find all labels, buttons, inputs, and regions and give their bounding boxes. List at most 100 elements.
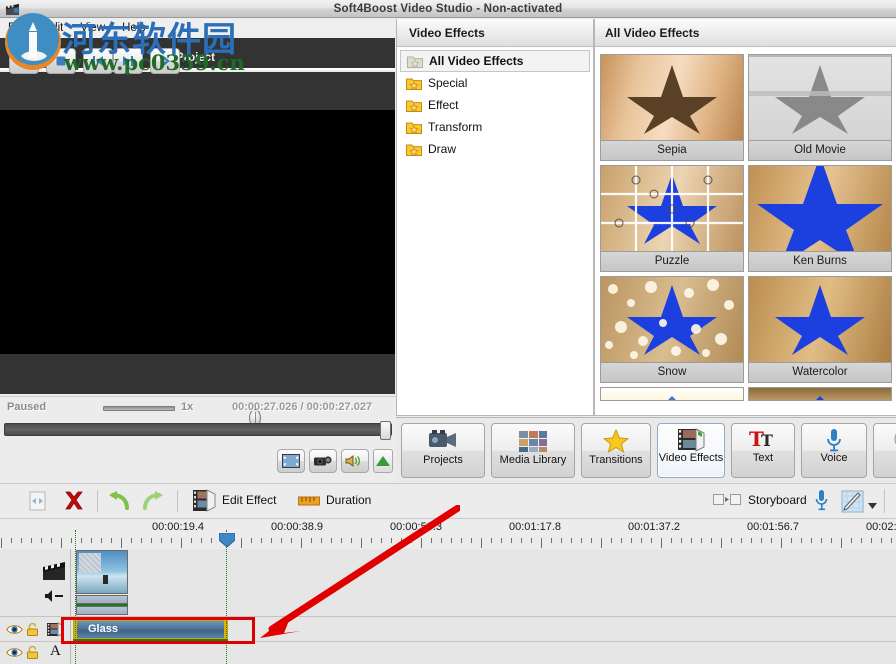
menu-file-label: File bbox=[8, 22, 27, 34]
effect-label: Snow bbox=[601, 362, 743, 382]
effect-item-puzzle[interactable]: Puzzle bbox=[600, 165, 744, 272]
eye-icon[interactable] bbox=[6, 647, 23, 658]
storyboard-toggle-icon[interactable] bbox=[713, 494, 741, 509]
effect-item-ken-burns[interactable]: Ken Burns bbox=[748, 165, 892, 272]
tab-video-effects[interactable]: Video Effects bbox=[657, 423, 725, 478]
ruler-tick bbox=[491, 538, 492, 543]
snapshot-button[interactable] bbox=[309, 449, 337, 473]
menu-help[interactable]: Help bbox=[114, 19, 155, 38]
tab-label: Video Effects bbox=[658, 452, 724, 464]
ruler-tick bbox=[891, 538, 892, 543]
ruler-tick bbox=[591, 538, 592, 543]
toolbar-divider bbox=[97, 490, 98, 512]
effect-label: Sepia bbox=[601, 140, 743, 160]
effect-item-watercolor[interactable]: Watercolor bbox=[748, 276, 892, 383]
toolbar-divider bbox=[177, 490, 178, 512]
effect-label: Ken Burns bbox=[749, 251, 891, 271]
seek-handle[interactable] bbox=[380, 421, 391, 440]
volume-level-slider[interactable] bbox=[373, 449, 393, 473]
menu-file[interactable]: File bbox=[0, 19, 36, 38]
effect-item-partial-dark[interactable] bbox=[748, 387, 892, 401]
tab-transitions[interactable]: Transitions bbox=[581, 423, 651, 478]
svg-text:T: T bbox=[761, 431, 773, 450]
effect-thumbnail bbox=[749, 388, 891, 400]
ruler-label: 00:02:16.2 bbox=[866, 521, 896, 533]
tab-media-library[interactable]: Media Library bbox=[491, 423, 575, 478]
project-tab[interactable]: Project bbox=[176, 52, 215, 64]
split-button[interactable] bbox=[27, 490, 49, 515]
seek-bar[interactable] bbox=[4, 421, 392, 440]
track-lane-video[interactable] bbox=[70, 549, 896, 616]
preview-top-band bbox=[0, 72, 395, 110]
effect-item-snow[interactable]: Snow bbox=[600, 276, 744, 383]
effect-item-old-movie[interactable]: Old Movie bbox=[748, 54, 892, 161]
fullscreen-button[interactable] bbox=[277, 449, 305, 473]
tab-label: Voice bbox=[820, 452, 848, 464]
video-preview-surface[interactable] bbox=[0, 110, 395, 354]
ruler-tick bbox=[71, 538, 72, 543]
feature-tab-bar: Projects Media Library Transitions Video… bbox=[396, 417, 896, 482]
ruler-tick bbox=[461, 538, 462, 543]
time-display: 00:00:27.026 / 00:00:27.027 bbox=[232, 401, 373, 413]
ruler-tick bbox=[521, 538, 522, 543]
ruler-tick bbox=[601, 538, 602, 548]
microphone-icon bbox=[815, 490, 828, 511]
title-bar: Soft4Boost Video Studio - Non-activated bbox=[0, 0, 896, 18]
tab-disc[interactable]: Di bbox=[873, 423, 896, 478]
menu-edit[interactable]: Edit bbox=[36, 19, 73, 38]
next-frame-button[interactable] bbox=[113, 48, 143, 74]
track-header-effects bbox=[0, 617, 70, 641]
video-clip[interactable] bbox=[76, 550, 128, 594]
redo-icon bbox=[143, 491, 163, 510]
ruler-tick bbox=[711, 538, 712, 543]
tab-projects[interactable]: Projects bbox=[401, 423, 485, 478]
speaker-icon bbox=[45, 590, 63, 602]
lock-icon[interactable] bbox=[27, 623, 38, 636]
forward-button[interactable] bbox=[150, 48, 180, 74]
track-lane-text[interactable] bbox=[70, 642, 896, 664]
video-clip-audio-strip2[interactable] bbox=[76, 606, 128, 615]
tab-voice[interactable]: Voice bbox=[801, 423, 867, 478]
ruler-tick bbox=[571, 538, 572, 543]
ruler-tick bbox=[841, 538, 842, 548]
speed-slider[interactable] bbox=[103, 406, 261, 427]
folder-star-icon bbox=[406, 143, 422, 156]
category-item-draw[interactable]: Draw bbox=[397, 138, 593, 160]
effect-thumbnail bbox=[749, 55, 891, 140]
voice-record-button[interactable] bbox=[813, 488, 831, 517]
undo-button[interactable] bbox=[107, 490, 131, 515]
ruler-tick bbox=[621, 538, 622, 543]
redo-button[interactable] bbox=[141, 490, 165, 515]
track-row-text: A bbox=[0, 642, 896, 664]
chevron-down-icon bbox=[868, 503, 877, 509]
play-button[interactable] bbox=[9, 48, 39, 74]
star-icon bbox=[602, 428, 630, 454]
ruler-tick bbox=[871, 538, 872, 543]
ruler-tick bbox=[111, 538, 112, 543]
ruler-tick bbox=[751, 538, 752, 543]
ruler-tick bbox=[481, 538, 482, 548]
tab-text[interactable]: T T Text bbox=[731, 423, 795, 478]
lock-icon[interactable] bbox=[27, 646, 38, 659]
folder-star-icon bbox=[406, 77, 422, 90]
category-item-label: Special bbox=[428, 76, 468, 90]
delete-button[interactable] bbox=[62, 489, 86, 516]
category-item-effect[interactable]: Effect bbox=[397, 94, 593, 116]
ruler-tick bbox=[561, 538, 562, 543]
previous-frame-button[interactable] bbox=[83, 48, 113, 74]
storyboard-label[interactable]: Storyboard bbox=[748, 493, 807, 507]
menu-view[interactable]: View bbox=[72, 19, 114, 38]
stop-button[interactable] bbox=[46, 48, 76, 74]
speaker-icon bbox=[345, 455, 360, 467]
effect-item-partial-light[interactable] bbox=[600, 387, 744, 401]
effect-item-sepia[interactable]: Sepia bbox=[600, 54, 744, 161]
category-item-all-video-effects[interactable]: All Video Effects bbox=[400, 50, 590, 72]
volume-button[interactable] bbox=[341, 449, 369, 473]
category-item-special[interactable]: Special bbox=[397, 72, 593, 94]
eye-icon[interactable] bbox=[6, 624, 23, 635]
draw-tool-button[interactable] bbox=[841, 490, 865, 517]
video-clip-audio-strip[interactable] bbox=[76, 595, 128, 604]
category-item-transform[interactable]: Transform bbox=[397, 116, 593, 138]
draw-tool-dropdown[interactable] bbox=[868, 498, 877, 512]
folder-star-icon bbox=[407, 55, 423, 68]
